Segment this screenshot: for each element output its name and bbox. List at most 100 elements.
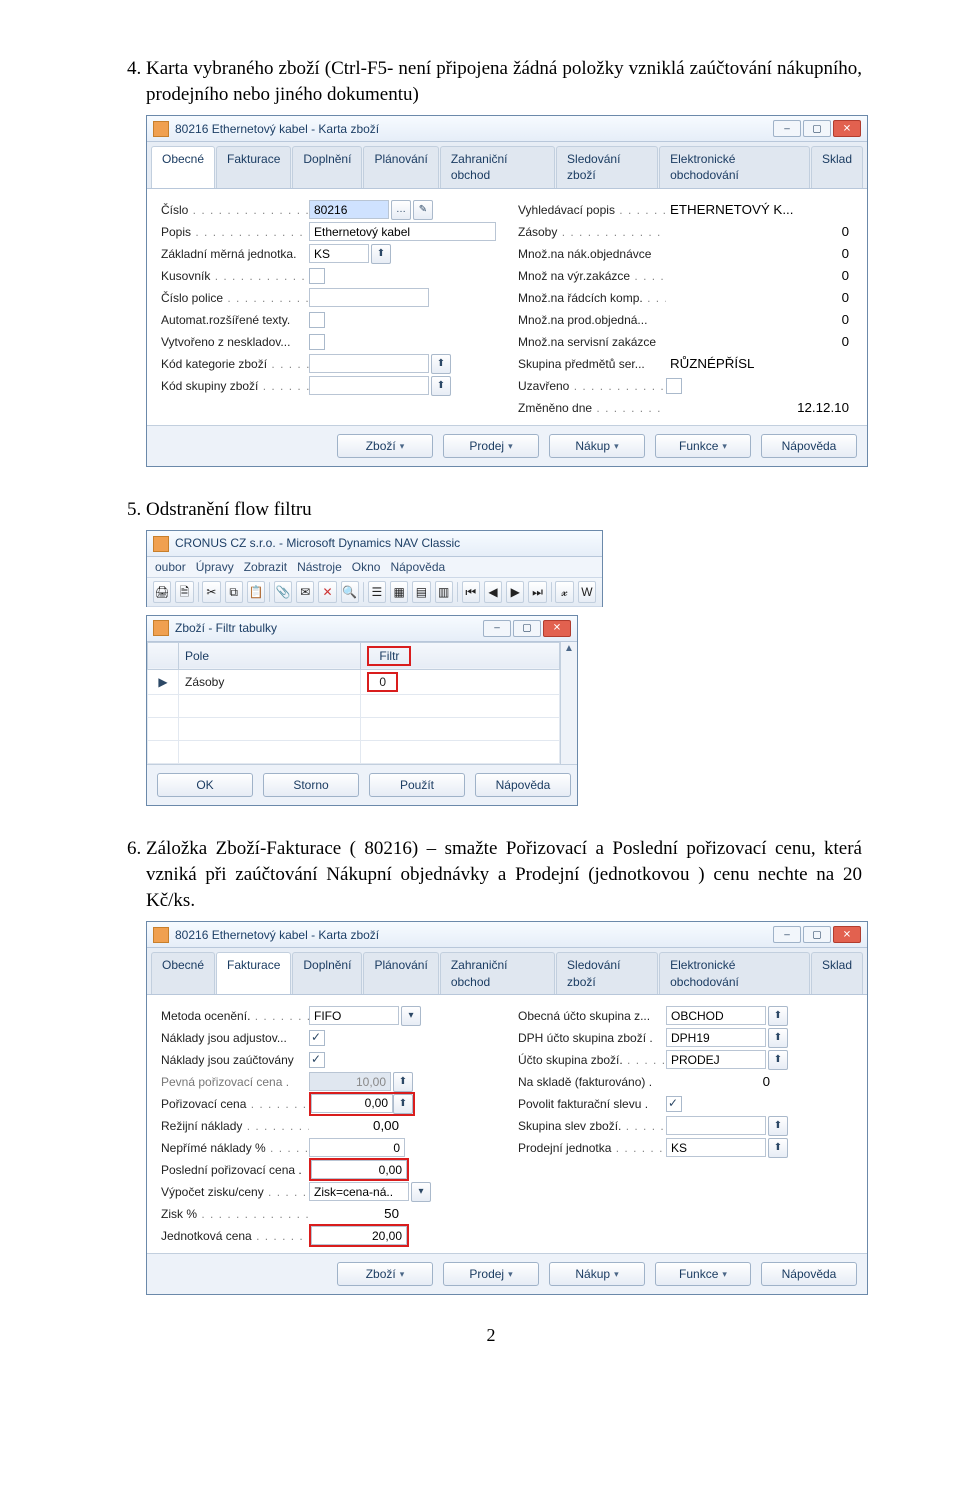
arrow-up-icon[interactable]: ⬆ — [768, 1116, 788, 1136]
lookup-icon[interactable]: … — [391, 200, 411, 220]
menu-zobrazit[interactable]: Zobrazit — [244, 559, 287, 575]
ous-input[interactable] — [666, 1006, 766, 1025]
menu-nastroje[interactable]: Nástroje — [297, 559, 342, 575]
btn-zbozi[interactable]: Zboží — [337, 434, 433, 458]
ppc-input[interactable] — [309, 1072, 391, 1091]
edit-icon[interactable]: ✎ — [413, 200, 433, 220]
tab-obecne[interactable]: Obecné — [151, 146, 215, 187]
mail-icon[interactable]: ✉ — [296, 581, 314, 603]
arrow-up-icon[interactable]: ⬆ — [393, 1094, 413, 1114]
maximize-button[interactable] — [513, 620, 541, 637]
paste-icon[interactable]: 📋 — [247, 581, 265, 603]
tab-planovani[interactable]: Plánování — [363, 952, 438, 993]
btn-storno[interactable]: Storno — [263, 773, 359, 797]
btn-funkce[interactable]: Funkce — [655, 434, 751, 458]
print-icon[interactable]: 🖨 — [153, 581, 171, 603]
npn-input[interactable] — [309, 1138, 405, 1157]
maximize-button[interactable] — [803, 926, 831, 943]
arrow-up-icon[interactable]: ⬆ — [768, 1006, 788, 1026]
tab-planovani[interactable]: Plánování — [363, 146, 438, 187]
tab-sklad[interactable]: Sklad — [811, 146, 863, 187]
table-row[interactable]: ▶ Zásoby 0 — [148, 670, 560, 695]
find-icon[interactable]: 🔍 — [341, 581, 359, 603]
next-icon[interactable]: ▶ — [506, 581, 524, 603]
ssz-input[interactable] — [666, 1116, 766, 1135]
tab-eobchod[interactable]: Elektronické obchodování — [659, 952, 810, 993]
last-icon[interactable]: ⏭ — [528, 581, 546, 603]
delete-icon[interactable]: ✕ — [318, 581, 336, 603]
tab-doplneni[interactable]: Doplnění — [292, 146, 362, 187]
btn-napoveda[interactable]: Nápověda — [761, 1262, 857, 1286]
kskup-input[interactable] — [309, 376, 429, 395]
tab-eobchod[interactable]: Elektronické obchodování — [659, 146, 810, 187]
ppo-input[interactable] — [311, 1160, 407, 1179]
minimize-button[interactable] — [483, 620, 511, 637]
cell-pole[interactable]: Zásoby — [179, 670, 361, 695]
scrollbar[interactable]: ▲ — [560, 642, 577, 764]
btn-nakup[interactable]: Nákup — [549, 1262, 645, 1286]
art-checkbox[interactable] — [309, 312, 325, 328]
tab-fakturace[interactable]: Fakturace — [216, 146, 291, 187]
btn-zbozi[interactable]: Zboží — [337, 1262, 433, 1286]
kusovnik-checkbox[interactable] — [309, 268, 325, 284]
ren-value[interactable] — [309, 1117, 403, 1134]
minimize-button[interactable] — [773, 926, 801, 943]
arrow-up-icon[interactable]: ⬆ — [768, 1050, 788, 1070]
poc-input[interactable] — [311, 1094, 393, 1113]
cpolice-input[interactable] — [309, 288, 429, 307]
menu-soubor[interactable]: oubor — [155, 559, 186, 575]
close-button[interactable] — [543, 620, 571, 637]
usz-input[interactable] — [666, 1050, 766, 1069]
vyp-input[interactable] — [309, 1182, 409, 1201]
kkat-input[interactable] — [309, 354, 429, 373]
tab-fakturace[interactable]: Fakturace — [216, 952, 291, 993]
table-row[interactable] — [148, 695, 560, 718]
tab-zahranicni[interactable]: Zahraniční obchod — [440, 146, 555, 187]
jc-input[interactable] — [311, 1226, 407, 1245]
cut-icon[interactable]: ✂ — [202, 581, 220, 603]
grid2-icon[interactable]: ▤ — [412, 581, 430, 603]
uzav-checkbox[interactable] — [666, 378, 682, 394]
cislo-input[interactable] — [309, 200, 389, 219]
tab-sledovani[interactable]: Sledování zboží — [556, 146, 658, 187]
arrow-up-icon[interactable]: ⬆ — [371, 244, 391, 264]
btn-pouzit[interactable]: Použít — [369, 773, 465, 797]
grid3-icon[interactable]: ▥ — [435, 581, 453, 603]
zisk-value[interactable] — [309, 1205, 403, 1222]
table-row[interactable] — [148, 718, 560, 741]
minimize-button[interactable] — [773, 120, 801, 137]
pfs-checkbox[interactable] — [666, 1096, 682, 1112]
tab-zahranicni[interactable]: Zahraniční obchod — [440, 952, 555, 993]
close-button[interactable] — [833, 120, 861, 137]
popis-input[interactable] — [309, 222, 496, 241]
arrow-up-icon[interactable]: ⬆ — [431, 376, 451, 396]
pj-input[interactable] — [666, 1138, 766, 1157]
excel-icon[interactable]: 𝔁 — [555, 581, 573, 603]
attach-icon[interactable]: 📎 — [274, 581, 292, 603]
tab-sklad[interactable]: Sklad — [811, 952, 863, 993]
maximize-button[interactable] — [803, 120, 831, 137]
arrow-up-icon[interactable]: ⬆ — [768, 1138, 788, 1158]
njz-checkbox[interactable] — [309, 1052, 325, 1068]
dropdown-icon[interactable]: ▾ — [411, 1182, 431, 1202]
flowfilter-icon[interactable]: ▦ — [390, 581, 408, 603]
menu-upravy[interactable]: Úpravy — [196, 559, 234, 575]
word-icon[interactable]: W — [578, 581, 596, 603]
arrow-up-icon[interactable]: ⬆ — [768, 1028, 788, 1048]
tab-doplneni[interactable]: Doplnění — [292, 952, 362, 993]
btn-ok[interactable]: OK — [157, 773, 253, 797]
zmj-input[interactable] — [309, 244, 369, 263]
first-icon[interactable]: ⏮ — [462, 581, 480, 603]
list-icon[interactable]: ☰ — [368, 581, 386, 603]
dph-input[interactable] — [666, 1028, 766, 1047]
dropdown-icon[interactable]: ▾ — [401, 1006, 421, 1026]
arrow-up-icon[interactable]: ⬆ — [393, 1072, 413, 1092]
btn-funkce[interactable]: Funkce — [655, 1262, 751, 1286]
menu-okno[interactable]: Okno — [352, 559, 381, 575]
menu-napoveda[interactable]: Nápověda — [390, 559, 445, 575]
btn-prodej[interactable]: Prodej — [443, 1262, 539, 1286]
col-filtr[interactable]: Filtr — [379, 649, 399, 663]
btn-prodej[interactable]: Prodej — [443, 434, 539, 458]
nja-checkbox[interactable] — [309, 1030, 325, 1046]
col-pole[interactable]: Pole — [179, 642, 361, 669]
